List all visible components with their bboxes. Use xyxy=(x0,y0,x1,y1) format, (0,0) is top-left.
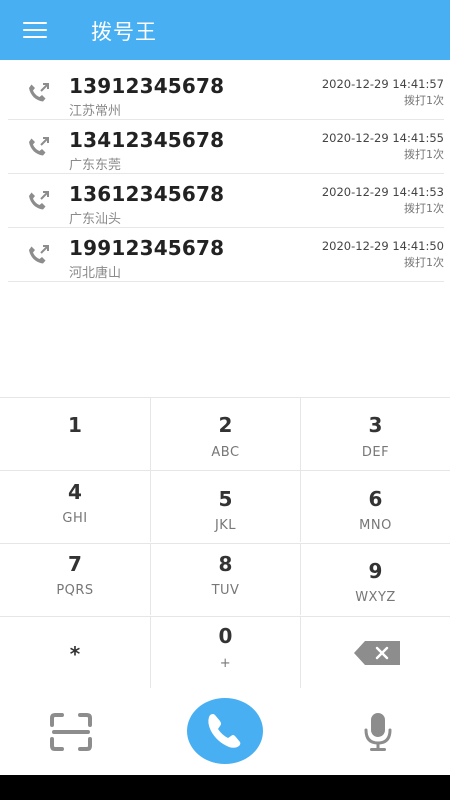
key-digit: * xyxy=(69,642,81,666)
system-navigation-bar xyxy=(0,775,450,800)
backspace-icon xyxy=(354,641,400,665)
key-digit: 5 xyxy=(218,487,233,511)
key-2[interactable]: 2 ABC xyxy=(150,398,300,470)
menu-icon[interactable] xyxy=(20,17,50,43)
key-letters: DEF xyxy=(361,445,390,460)
call-log-item[interactable]: 13912345678 江苏常州 2020-12-29 14:41:57 拨打1… xyxy=(8,66,444,120)
phone-location: 河北唐山 xyxy=(69,266,122,281)
dial-button[interactable] xyxy=(187,698,263,764)
key-digit: 8 xyxy=(218,552,233,576)
key-letters: PQRS xyxy=(56,583,94,598)
key-star[interactable]: * xyxy=(0,616,150,688)
key-0[interactable]: 0 + xyxy=(150,616,300,688)
phone-location: 广东汕头 xyxy=(69,212,122,227)
phone-location: 江苏常州 xyxy=(69,104,122,119)
key-4[interactable]: 4 GHI xyxy=(0,470,150,542)
key-digit: 9 xyxy=(368,559,383,583)
call-count: 拨打1次 xyxy=(404,202,444,215)
key-digit: 6 xyxy=(368,487,383,511)
dial-keypad: 1 2 ABC 3 DEF 4 GHI 5 JKL 6 MNO 7 PQRS 8… xyxy=(0,397,450,690)
phone-icon xyxy=(208,714,241,748)
app-header: 拨号王 xyxy=(0,0,450,60)
call-log-item[interactable]: 19912345678 河北唐山 2020-12-29 14:41:50 拨打1… xyxy=(8,228,444,282)
key-digit: 1 xyxy=(68,413,82,437)
key-digit: 2 xyxy=(218,413,233,437)
outgoing-call-icon xyxy=(29,137,49,156)
outgoing-call-icon xyxy=(29,245,49,264)
call-log-item[interactable]: 13612345678 广东汕头 2020-12-29 14:41:53 拨打1… xyxy=(8,174,444,228)
key-digit: 7 xyxy=(68,552,82,576)
key-3[interactable]: 3 DEF xyxy=(300,398,450,470)
key-5[interactable]: 5 JKL xyxy=(150,470,300,542)
key-6[interactable]: 6 MNO xyxy=(300,470,450,542)
phone-number: 13612345678 xyxy=(69,182,225,206)
call-time: 2020-12-29 14:41:53 xyxy=(321,185,444,199)
key-digit: 0 xyxy=(218,624,233,648)
call-time: 2020-12-29 14:41:55 xyxy=(321,131,444,145)
phone-number: 13912345678 xyxy=(69,74,225,98)
key-letters: ABC xyxy=(211,445,240,460)
scan-icon[interactable] xyxy=(50,713,92,751)
call-count: 拨打1次 xyxy=(404,148,444,161)
key-letters: MNO xyxy=(359,518,392,533)
key-letters: JKL xyxy=(214,518,237,533)
key-letters: TUV xyxy=(211,583,240,598)
phone-location: 广东东莞 xyxy=(69,158,122,173)
call-log-item[interactable]: 13412345678 广东东莞 2020-12-29 14:41:55 拨打1… xyxy=(8,120,444,174)
key-letters: GHI xyxy=(62,511,88,526)
microphone-icon[interactable] xyxy=(361,711,395,753)
call-time: 2020-12-29 14:41:57 xyxy=(321,77,444,91)
key-9[interactable]: 9 WXYZ xyxy=(300,543,450,615)
page-title: 拨号王 xyxy=(91,20,157,44)
key-letters: + xyxy=(219,656,232,671)
key-letters: WXYZ xyxy=(355,590,396,605)
key-8[interactable]: 8 TUV xyxy=(150,543,300,615)
call-time: 2020-12-29 14:41:50 xyxy=(321,239,444,253)
phone-number: 19912345678 xyxy=(69,236,225,260)
key-digit: 4 xyxy=(68,480,82,504)
call-log-list: 13912345678 江苏常州 2020-12-29 14:41:57 拨打1… xyxy=(0,66,450,282)
key-7[interactable]: 7 PQRS xyxy=(0,543,150,615)
bottom-bar xyxy=(0,689,450,775)
key-1[interactable]: 1 xyxy=(0,398,150,470)
call-count: 拨打1次 xyxy=(404,94,444,107)
call-count: 拨打1次 xyxy=(404,256,444,269)
outgoing-call-icon xyxy=(29,191,49,210)
outgoing-call-icon xyxy=(29,83,49,102)
key-digit: 3 xyxy=(368,413,383,437)
backspace-button[interactable] xyxy=(300,616,450,688)
phone-number: 13412345678 xyxy=(69,128,225,152)
